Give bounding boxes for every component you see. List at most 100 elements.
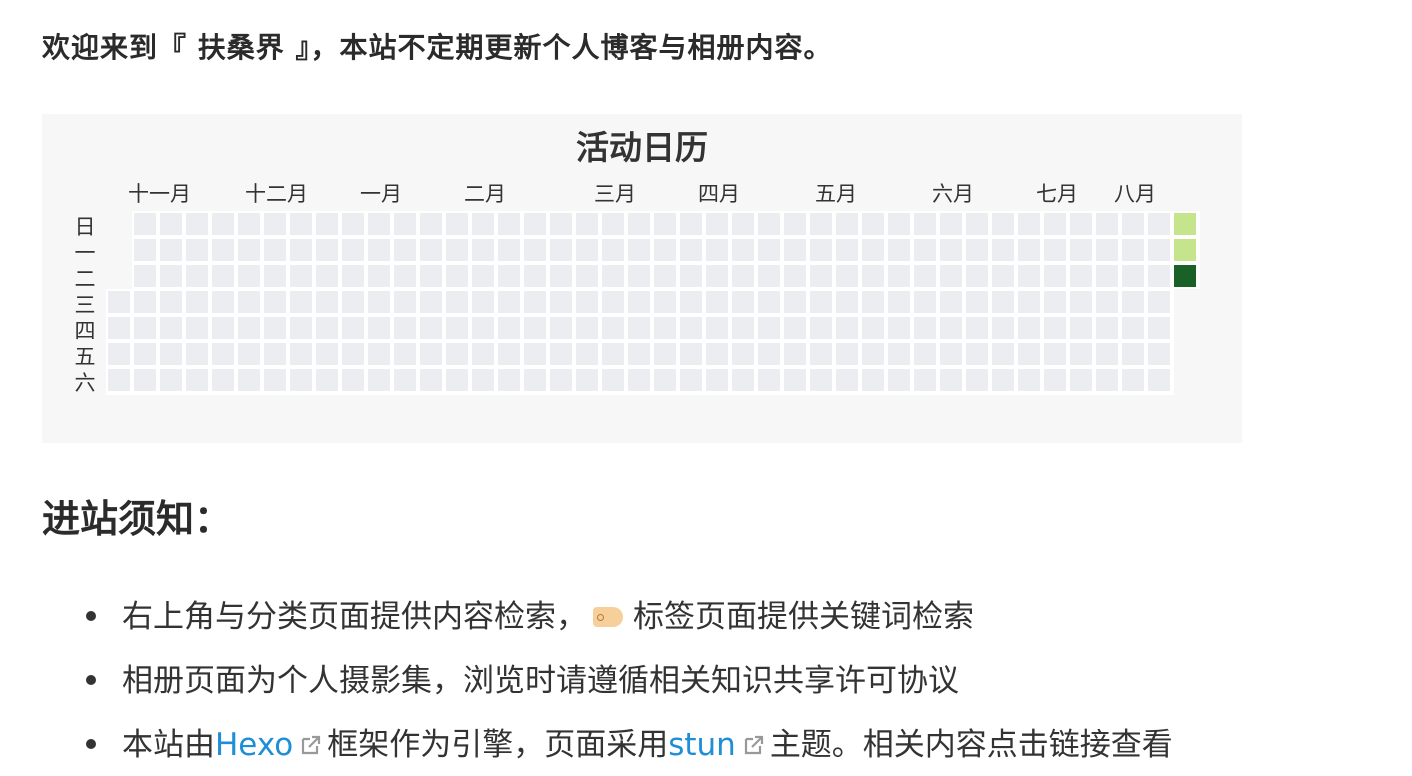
calendar-day-cell[interactable]	[1018, 239, 1040, 261]
calendar-day-cell[interactable]	[940, 213, 962, 235]
calendar-day-cell[interactable]	[186, 265, 208, 287]
calendar-day-cell[interactable]	[524, 239, 546, 261]
calendar-day-cell[interactable]	[498, 213, 520, 235]
calendar-day-cell[interactable]	[628, 291, 650, 313]
calendar-day-cell[interactable]	[420, 343, 442, 365]
calendar-day-cell[interactable]	[680, 291, 702, 313]
calendar-day-cell[interactable]	[420, 291, 442, 313]
calendar-day-cell[interactable]	[238, 239, 260, 261]
calendar-day-cell[interactable]	[888, 343, 910, 365]
calendar-day-cell[interactable]	[264, 343, 286, 365]
calendar-day-cell[interactable]	[628, 343, 650, 365]
calendar-day-cell[interactable]	[836, 317, 858, 339]
calendar-day-cell[interactable]	[446, 317, 468, 339]
calendar-day-cell[interactable]	[1070, 213, 1092, 235]
calendar-day-cell[interactable]	[420, 317, 442, 339]
calendar-day-cell[interactable]	[628, 317, 650, 339]
calendar-day-cell[interactable]	[524, 317, 546, 339]
calendar-day-cell[interactable]	[914, 291, 936, 313]
calendar-day-cell[interactable]	[836, 369, 858, 391]
calendar-day-cell[interactable]	[342, 239, 364, 261]
calendar-day-cell[interactable]	[654, 265, 676, 287]
calendar-day-cell[interactable]	[420, 265, 442, 287]
calendar-day-cell[interactable]	[628, 239, 650, 261]
calendar-day-cell[interactable]	[420, 213, 442, 235]
calendar-day-cell[interactable]	[160, 265, 182, 287]
calendar-day-cell[interactable]	[810, 265, 832, 287]
calendar-day-cell[interactable]	[394, 291, 416, 313]
calendar-day-cell[interactable]	[940, 239, 962, 261]
calendar-day-cell[interactable]	[264, 239, 286, 261]
calendar-day-cell[interactable]	[160, 369, 182, 391]
calendar-day-cell[interactable]	[810, 291, 832, 313]
calendar-day-cell[interactable]	[290, 317, 312, 339]
calendar-day-cell[interactable]	[160, 213, 182, 235]
calendar-day-cell[interactable]	[342, 369, 364, 391]
calendar-day-cell[interactable]	[290, 291, 312, 313]
calendar-day-cell[interactable]	[160, 291, 182, 313]
calendar-day-cell[interactable]	[1122, 239, 1144, 261]
calendar-day-cell[interactable]	[368, 265, 390, 287]
calendar-day-cell[interactable]	[290, 239, 312, 261]
calendar-day-cell[interactable]	[264, 213, 286, 235]
calendar-day-cell[interactable]	[602, 239, 624, 261]
calendar-day-cell[interactable]	[628, 369, 650, 391]
calendar-day-cell[interactable]	[810, 343, 832, 365]
calendar-day-cell[interactable]	[134, 239, 156, 261]
calendar-day-cell[interactable]	[1148, 291, 1170, 313]
calendar-day-cell[interactable]	[654, 213, 676, 235]
calendar-day-cell[interactable]	[1174, 213, 1196, 235]
calendar-day-cell[interactable]	[576, 291, 598, 313]
calendar-day-cell[interactable]	[524, 291, 546, 313]
calendar-day-cell[interactable]	[550, 239, 572, 261]
calendar-day-cell[interactable]	[368, 213, 390, 235]
calendar-day-cell[interactable]	[602, 317, 624, 339]
calendar-day-cell[interactable]	[836, 213, 858, 235]
calendar-day-cell[interactable]	[1070, 291, 1092, 313]
calendar-day-cell[interactable]	[992, 343, 1014, 365]
external-link-icon[interactable]	[742, 733, 766, 757]
calendar-day-cell[interactable]	[1122, 213, 1144, 235]
calendar-day-cell[interactable]	[1044, 265, 1066, 287]
calendar-day-cell[interactable]	[732, 265, 754, 287]
calendar-day-cell[interactable]	[1122, 343, 1144, 365]
calendar-day-cell[interactable]	[992, 265, 1014, 287]
calendar-day-cell[interactable]	[186, 213, 208, 235]
calendar-day-cell[interactable]	[680, 343, 702, 365]
calendar-day-cell[interactable]	[316, 317, 338, 339]
calendar-day-cell[interactable]	[446, 343, 468, 365]
calendar-day-cell[interactable]	[1018, 317, 1040, 339]
calendar-day-cell[interactable]	[420, 239, 442, 261]
calendar-day-cell[interactable]	[602, 265, 624, 287]
calendar-day-cell[interactable]	[914, 343, 936, 365]
calendar-day-cell[interactable]	[1044, 213, 1066, 235]
calendar-day-cell[interactable]	[654, 239, 676, 261]
calendar-day-cell[interactable]	[680, 265, 702, 287]
calendar-day-cell[interactable]	[810, 239, 832, 261]
calendar-day-cell[interactable]	[1070, 239, 1092, 261]
calendar-day-cell[interactable]	[732, 291, 754, 313]
calendar-day-cell[interactable]	[186, 369, 208, 391]
calendar-day-cell[interactable]	[134, 265, 156, 287]
calendar-day-cell[interactable]	[732, 213, 754, 235]
calendar-day-cell[interactable]	[602, 369, 624, 391]
calendar-day-cell[interactable]	[160, 239, 182, 261]
calendar-day-cell[interactable]	[550, 291, 572, 313]
calendar-day-cell[interactable]	[212, 317, 234, 339]
calendar-day-cell[interactable]	[212, 291, 234, 313]
calendar-day-cell[interactable]	[940, 369, 962, 391]
calendar-day-cell[interactable]	[186, 291, 208, 313]
calendar-day-cell[interactable]	[1148, 265, 1170, 287]
calendar-day-cell[interactable]	[888, 369, 910, 391]
calendar-day-cell[interactable]	[1096, 213, 1118, 235]
calendar-day-cell[interactable]	[498, 265, 520, 287]
calendar-day-cell[interactable]	[498, 291, 520, 313]
calendar-day-cell[interactable]	[1122, 291, 1144, 313]
calendar-day-cell[interactable]	[1018, 343, 1040, 365]
calendar-day-cell[interactable]	[524, 213, 546, 235]
calendar-day-cell[interactable]	[108, 317, 130, 339]
calendar-day-cell[interactable]	[576, 239, 598, 261]
calendar-day-cell[interactable]	[654, 369, 676, 391]
calendar-day-cell[interactable]	[784, 239, 806, 261]
calendar-day-cell[interactable]	[342, 343, 364, 365]
